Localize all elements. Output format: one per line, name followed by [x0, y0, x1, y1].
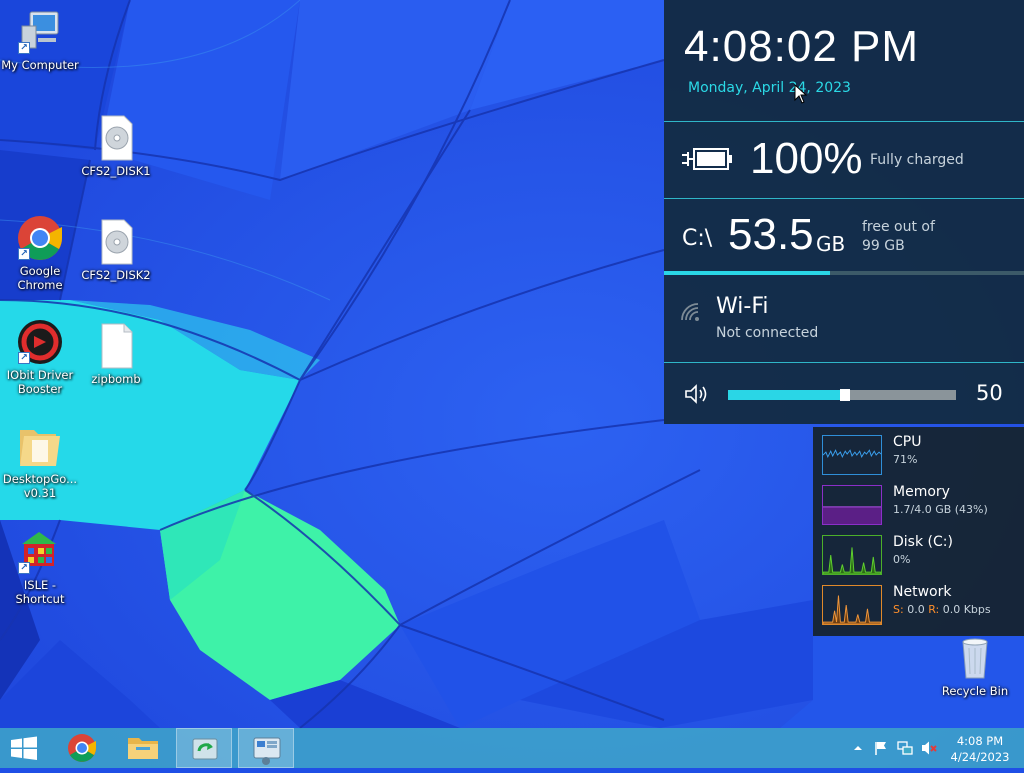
show-hidden-icons-icon[interactable] [850, 740, 866, 756]
desktop-icon-zipbomb[interactable]: zipbomb [76, 322, 156, 386]
taskbar-app-blue-button[interactable] [238, 728, 294, 768]
disk-label: Disk (C:) [893, 534, 953, 550]
clock-time: 4:08:02 PM [684, 22, 920, 71]
app-refresh-icon [192, 738, 218, 760]
mouse-cursor-icon [794, 84, 808, 104]
memory-label: Memory [893, 484, 950, 500]
wifi-status: Not connected [716, 325, 819, 341]
desktop-icon-cfs2-disk2[interactable]: CFS2_DISK2 [76, 218, 156, 282]
network-tray-icon[interactable] [897, 740, 913, 756]
folder-icon [20, 430, 60, 466]
disc-image-icon [101, 115, 133, 161]
cpu-graph [822, 435, 882, 475]
taskbar-chrome-button[interactable] [54, 728, 110, 768]
taskbar: 4:08 PM 4/24/2023 [0, 728, 1024, 768]
speaker-icon[interactable] [684, 384, 710, 404]
sidebar-gadget-panel: 4:08:02 PM Monday, April 24, 2023 100% F… [664, 0, 1024, 424]
desktop-icon-isle-shortcut[interactable]: ↗ ISLE - Shortcut [0, 528, 80, 606]
drive-usage-bar [664, 271, 1024, 275]
perf-row-network[interactable]: Network S: 0.0 R: 0.0 Kbps [813, 577, 1024, 627]
perf-row-disk[interactable]: Disk (C:) 0% [813, 527, 1024, 577]
volume-slider-fill [728, 390, 842, 400]
taskbar-date: 4/24/2023 [950, 750, 1010, 764]
cpu-label: CPU [893, 434, 922, 450]
blank-file-icon [101, 323, 133, 369]
battery-percent: 100% [750, 134, 863, 183]
divider [664, 198, 1024, 199]
windows-logo-icon [11, 736, 37, 760]
desktop-icon-my-computer[interactable]: ↗ My Computer [0, 8, 80, 72]
performance-monitor-panel: CPU 71% Memory 1.7/4.0 GB (43%) Disk (C:… [813, 427, 1024, 636]
taskbar-time: 4:08 PM [956, 734, 1004, 748]
desktop-icon-iobit-driver-booster[interactable]: ↗ IObit Driver Booster [0, 318, 80, 396]
shortcut-arrow-icon: ↗ [18, 248, 30, 260]
start-button[interactable] [0, 728, 48, 768]
desktop-icon-google-chrome[interactable]: ↗ Google Chrome [0, 214, 80, 292]
taskbar-clock[interactable]: 4:08 PM 4/24/2023 [944, 733, 1016, 765]
recycle-bin-icon [962, 638, 988, 679]
shortcut-arrow-icon: ↗ [18, 562, 30, 574]
drive-usage-fill [664, 271, 830, 275]
memory-graph [822, 485, 882, 525]
file-explorer-icon [128, 738, 158, 759]
divider [664, 362, 1024, 363]
volume-value: 50 [976, 381, 1003, 405]
desktop-icon-desktopgo[interactable]: DesktopGo... v0.31 [0, 422, 80, 500]
divider [664, 121, 1024, 122]
battery-status: Fully charged [870, 152, 964, 168]
network-send-label: S: [893, 603, 904, 616]
drive-free-description: free out of 99 GB [862, 218, 935, 256]
drive-letter: C:\ [682, 226, 713, 251]
battery-plugged-icon [682, 148, 732, 170]
network-receive-value: 0.0 Kbps [942, 603, 991, 616]
perf-row-memory[interactable]: Memory 1.7/4.0 GB (43%) [813, 477, 1024, 527]
app-settings-icon [253, 737, 281, 765]
network-receive-label: R: [928, 603, 940, 616]
drive-total: 99 GB [862, 238, 905, 254]
network-label: Network [893, 584, 952, 600]
drive-free-unit: GB [816, 232, 846, 256]
memory-value: 1.7/4.0 GB (43%) [893, 503, 988, 516]
wifi-name: Wi-Fi [716, 294, 769, 319]
taskbar-file-explorer-button[interactable] [115, 728, 171, 768]
clock-date: Monday, April 24, 2023 [688, 80, 851, 96]
shortcut-arrow-icon: ↗ [18, 352, 30, 364]
network-graph [822, 585, 882, 625]
volume-muted-tray-icon[interactable] [921, 740, 937, 756]
network-send-value: 0.0 [907, 603, 925, 616]
disk-graph [822, 535, 882, 575]
disk-value: 0% [893, 553, 911, 566]
volume-slider-thumb[interactable] [840, 389, 850, 401]
network-value: S: 0.0 R: 0.0 Kbps [893, 603, 991, 616]
volume-slider[interactable] [728, 389, 956, 401]
drive-free-line1: free out of [862, 219, 935, 235]
chrome-icon [68, 734, 96, 762]
cpu-value: 71% [893, 453, 918, 466]
wifi-icon[interactable] [680, 302, 702, 322]
desktop-icon-cfs2-disk1[interactable]: CFS2_DISK1 [76, 114, 156, 178]
drive-free-value: 53.5 [728, 210, 814, 259]
shortcut-arrow-icon: ↗ [18, 42, 30, 54]
disc-image-icon [101, 219, 133, 265]
action-center-flag-icon[interactable] [873, 740, 889, 756]
desktop-icon-recycle-bin[interactable]: Recycle Bin [935, 634, 1015, 698]
perf-row-cpu[interactable]: CPU 71% [813, 427, 1024, 477]
taskbar-app-green-button[interactable] [176, 728, 232, 768]
